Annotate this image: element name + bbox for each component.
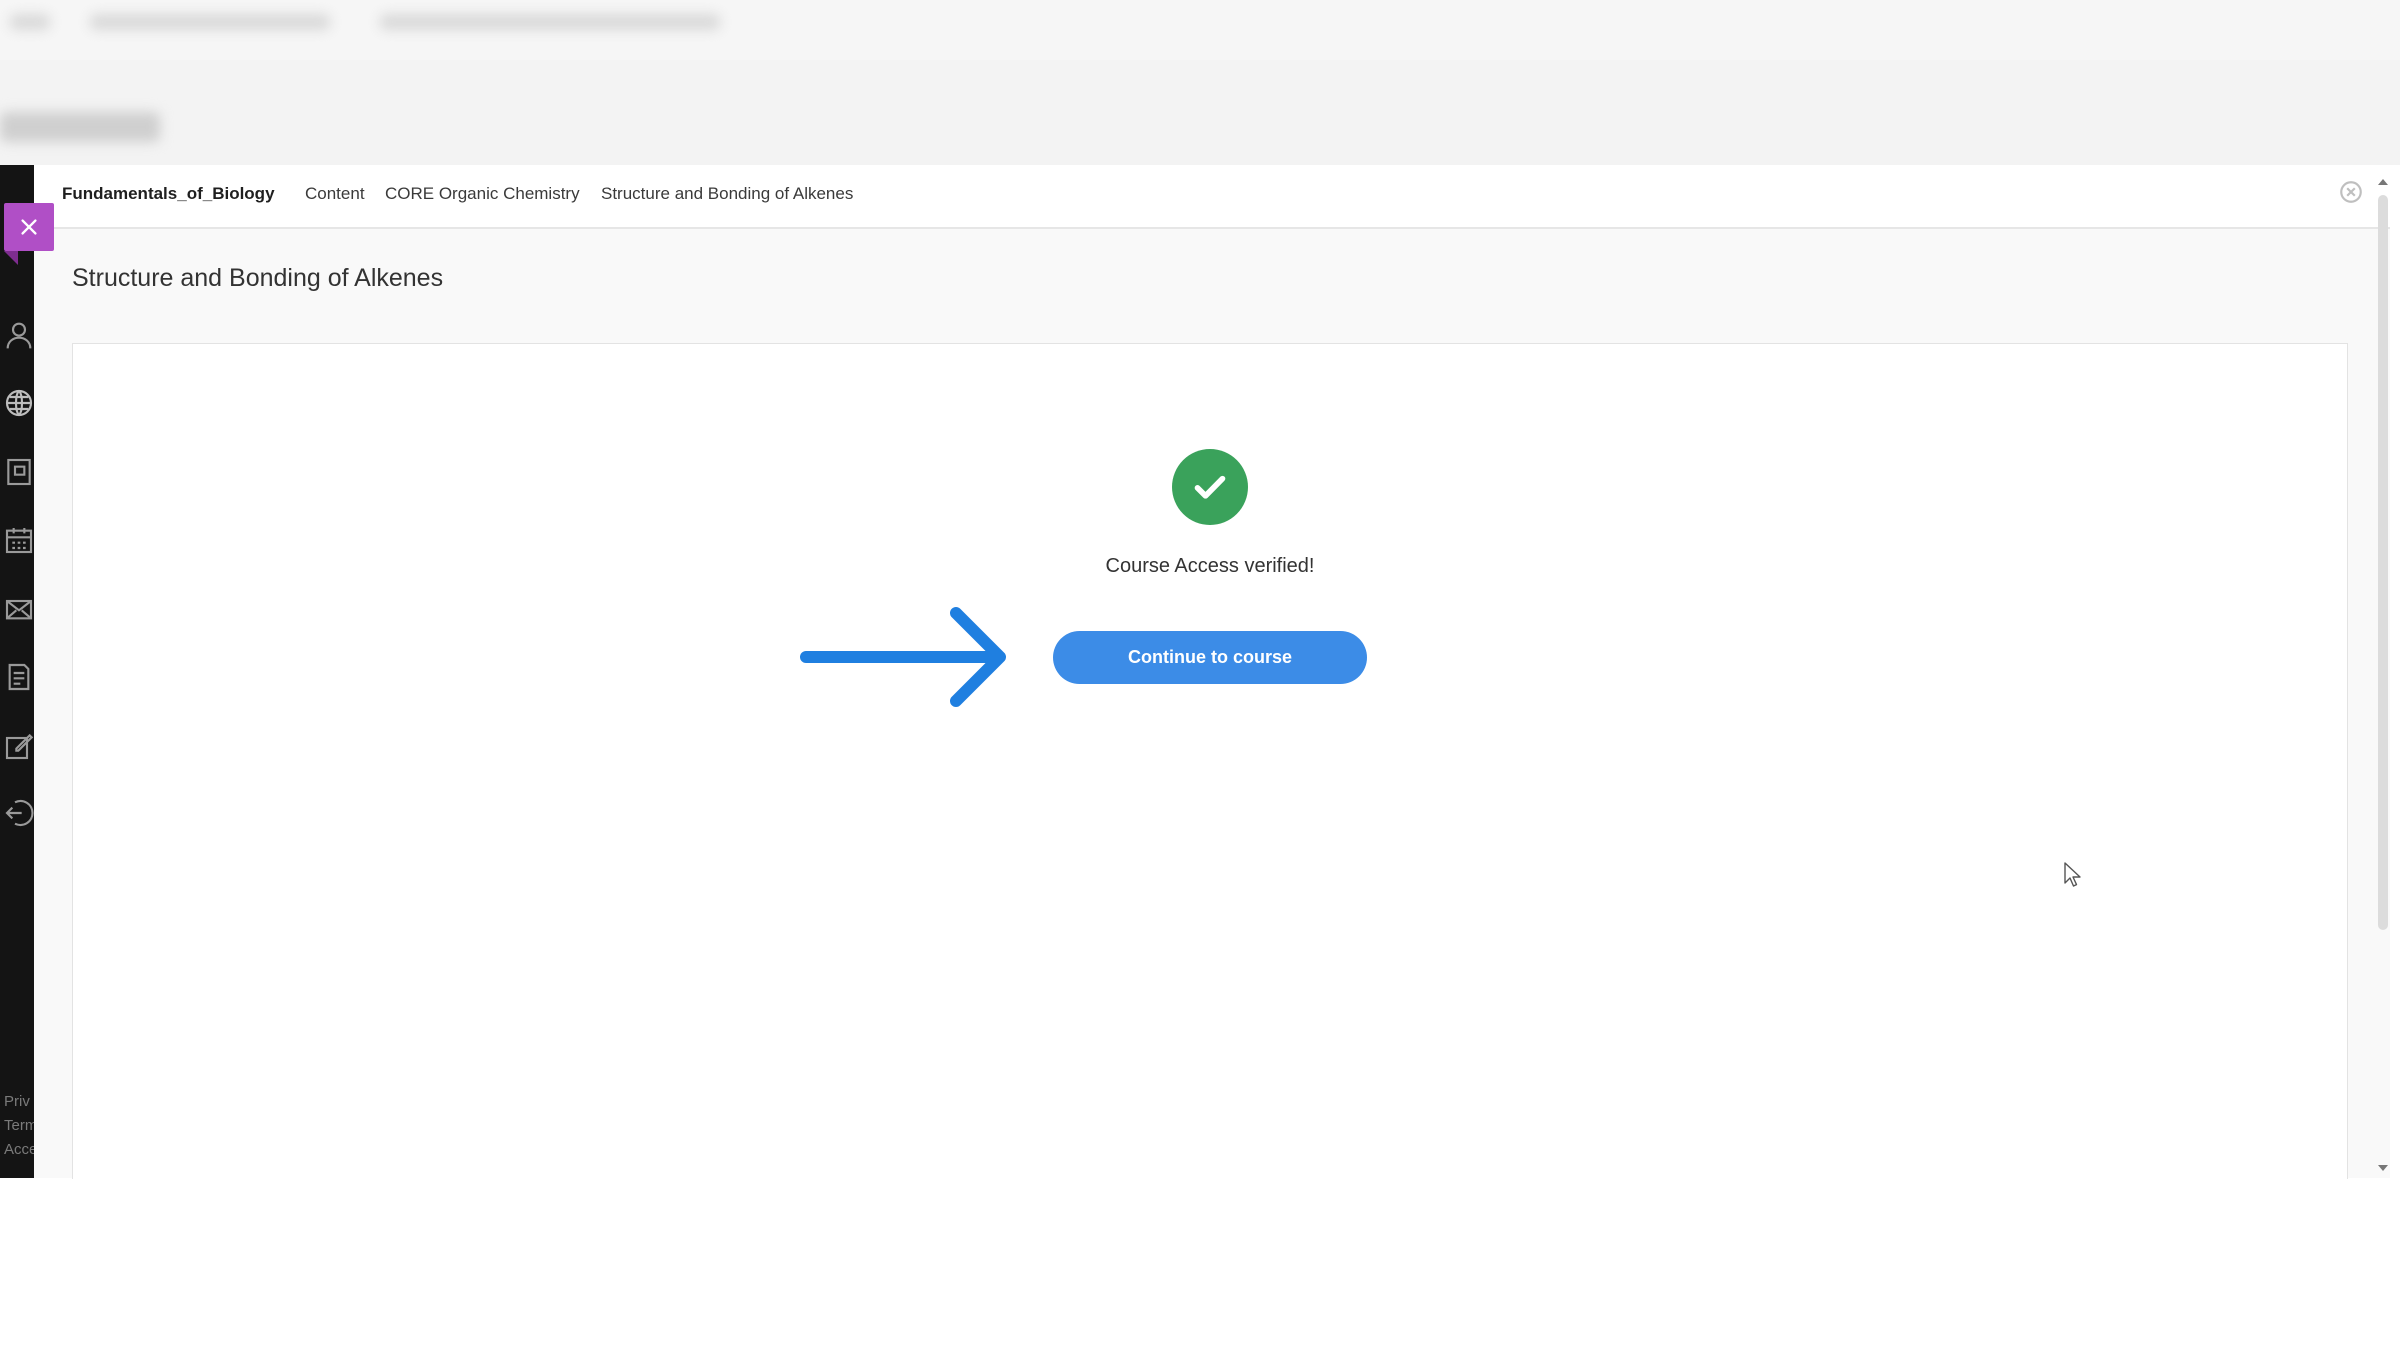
side-navigation-rail: Priv Term Acce [0,165,34,1178]
breadcrumb-module[interactable]: CORE Organic Chemistry [385,184,580,204]
breadcrumb-course[interactable]: Fundamentals_of_Biology [62,184,275,204]
breadcrumb-page[interactable]: Structure and Bonding of Alkenes [601,184,853,204]
breadcrumb-content[interactable]: Content [305,184,365,204]
scroll-up-icon[interactable] [2378,179,2388,185]
mouse-cursor-icon [2064,862,2081,887]
breadcrumb: Fundamentals_of_Biology Content CORE Org… [34,165,2390,229]
privacy-link[interactable]: Priv [4,1090,34,1114]
edit-icon[interactable] [2,729,36,763]
page-title: Structure and Bonding of Alkenes [72,264,444,292]
continue-to-course-button[interactable]: Continue to course [1053,631,1367,684]
arrow-right-icon [800,607,1006,707]
sign-out-icon[interactable] [2,796,36,830]
grades-icon[interactable] [2,660,36,694]
background-footer [0,1178,2400,1350]
book-icon[interactable] [2,455,36,489]
success-check-icon [1172,449,1248,525]
scroll-thumb[interactable] [2378,195,2388,930]
mail-icon[interactable] [2,592,36,626]
close-button[interactable] [4,203,54,265]
scrollbar[interactable] [2376,175,2390,1175]
terms-link[interactable]: Term [4,1114,34,1138]
accessibility-link[interactable]: Acce [4,1138,34,1162]
user-icon[interactable] [2,318,36,352]
scroll-down-icon[interactable] [2378,1165,2388,1171]
background-header [0,0,2400,60]
verification-message: Course Access verified! [1105,555,1315,577]
close-icon [21,219,37,235]
background-title-band [0,60,2400,165]
globe-icon[interactable] [2,386,36,420]
calendar-icon[interactable] [2,523,36,557]
close-panel-icon[interactable] [2338,179,2364,205]
